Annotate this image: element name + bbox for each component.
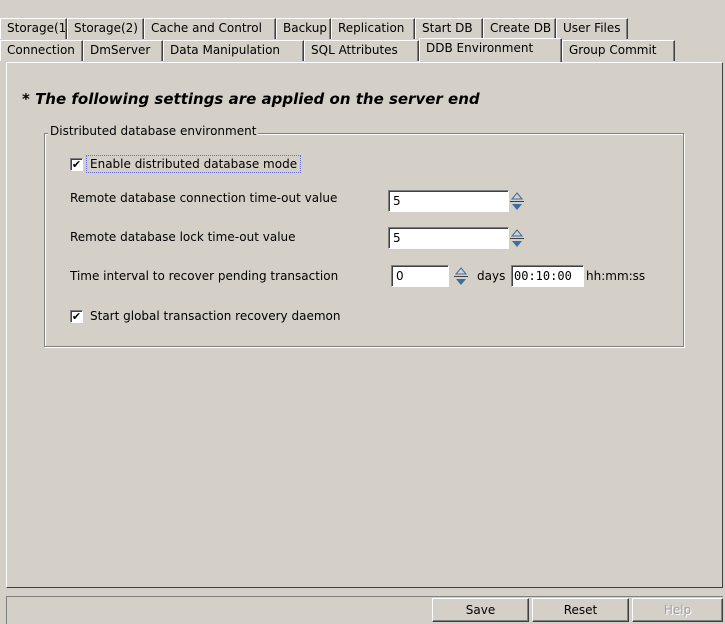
recover-days-spinner[interactable] [451,263,471,289]
tab-row-front: Connection DmServer Data Manipulation SQ… [0,38,675,62]
tab-data-manipulation[interactable]: Data Manipulation [163,40,304,61]
tab-ddb-environment[interactable]: DDB Environment [419,38,562,62]
tab-create-db[interactable]: Create DB [483,18,556,39]
enable-ddb-label: Enable distributed database mode [85,155,302,173]
tab-dmserver[interactable]: DmServer [83,40,163,61]
recover-interval-label: Time interval to recover pending transac… [70,269,339,283]
time-unit-label: hh:mm:ss [586,269,646,283]
spin-up-icon[interactable] [509,191,525,201]
group-legend: Distributed database environment [48,124,259,138]
start-daemon-label: Start global transaction recovery daemon [90,309,341,323]
spin-up-icon[interactable] [453,266,469,276]
tab-start-db[interactable]: Start DB [415,18,483,39]
checkbox-check-icon: ✔ [70,309,83,323]
save-button[interactable]: Save [432,598,529,622]
tab-storage-1[interactable]: Storage(1) [0,18,71,39]
conn-timeout-label: Remote database connection time-out valu… [70,191,338,205]
lock-timeout-input[interactable] [388,227,509,249]
spin-down-icon[interactable] [453,277,469,287]
spin-down-icon[interactable] [509,202,525,212]
spin-up-icon[interactable] [509,228,525,238]
tab-backup[interactable]: Backup [276,18,331,39]
server-settings-note: * The following settings are applied on … [22,90,480,108]
spin-down-icon[interactable] [509,239,525,249]
tab-sql-attributes[interactable]: SQL Attributes [304,40,419,61]
reset-button[interactable]: Reset [532,598,629,622]
tab-connection[interactable]: Connection [0,40,83,61]
help-button[interactable]: Help [632,598,723,622]
lock-timeout-label: Remote database lock time-out value [70,230,296,244]
checkbox-check-icon: ✔ [70,157,83,171]
tab-group-commit[interactable]: Group Commit [562,40,675,61]
conn-timeout-spinner[interactable] [507,188,527,214]
tab-row-back: Storage(1) Storage(2) Cache and Control … [0,18,628,39]
days-unit-label: days [477,269,506,283]
enable-ddb-checkbox[interactable]: ✔ Enable distributed database mode [70,155,302,173]
recover-time-input[interactable] [511,265,584,287]
conn-timeout-input[interactable] [388,190,509,212]
tab-cache-and-control[interactable]: Cache and Control [144,18,276,39]
start-recovery-daemon-checkbox[interactable]: ✔ Start global transaction recovery daem… [70,309,340,323]
lock-timeout-spinner[interactable] [507,225,527,251]
tab-storage-2[interactable]: Storage(2) [67,18,144,39]
recover-days-input[interactable] [391,265,449,287]
tab-user-files[interactable]: User Files [556,18,628,39]
tab-replication[interactable]: Replication [331,18,415,39]
